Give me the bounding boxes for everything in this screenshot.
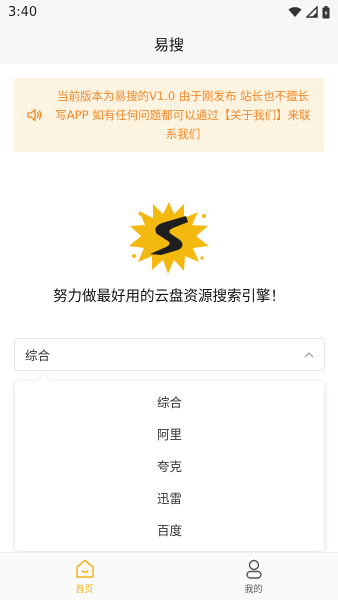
tab-home[interactable]: 首页 xyxy=(0,553,169,600)
select-dropdown: 综合 阿里 夸克 迅雷 百度 xyxy=(15,373,324,551)
select-value: 综合 xyxy=(25,348,51,363)
user-icon xyxy=(245,559,262,579)
notice-bar: 当前版本为易搜的V1.0 由于刚发布 站长也不擅长写APP 如有任何问题都可以通… xyxy=(14,78,324,152)
tab-profile[interactable]: 我的 xyxy=(169,553,338,600)
home-icon xyxy=(75,559,94,578)
dropdown-option-aliyun[interactable]: 阿里 xyxy=(15,417,324,449)
bottom-tab-bar: 首页 我的 xyxy=(0,552,338,600)
signal-icon xyxy=(306,6,318,18)
wifi-icon xyxy=(288,7,302,17)
dropdown-option-quark[interactable]: 夸克 xyxy=(15,449,324,481)
notice-text: 当前版本为易搜的V1.0 由于刚发布 站长也不擅长写APP 如有任何问题都可以通… xyxy=(55,88,311,141)
search-source-select[interactable]: 综合 xyxy=(14,338,325,371)
dropdown-option-baidu[interactable]: 百度 xyxy=(15,513,324,545)
app-logo xyxy=(129,202,209,274)
chevron-up-icon xyxy=(304,351,314,357)
status-bar: 3:40 xyxy=(0,0,338,24)
tab-home-label: 首页 xyxy=(75,585,94,595)
page-title: 易搜 xyxy=(153,35,184,54)
dropdown-option-xunlei[interactable]: 迅雷 xyxy=(15,481,324,513)
status-icons xyxy=(288,5,330,19)
battery-icon xyxy=(322,5,330,18)
dropdown-option-comprehensive[interactable]: 综合 xyxy=(15,385,324,417)
slogan-text: 努力做最好用的云盘资源搜索引擎！ xyxy=(53,289,285,305)
tab-profile-label: 我的 xyxy=(244,585,263,595)
app-header: 易搜 xyxy=(0,24,338,64)
speaker-icon xyxy=(27,108,42,122)
status-time: 3:40 xyxy=(8,4,38,20)
